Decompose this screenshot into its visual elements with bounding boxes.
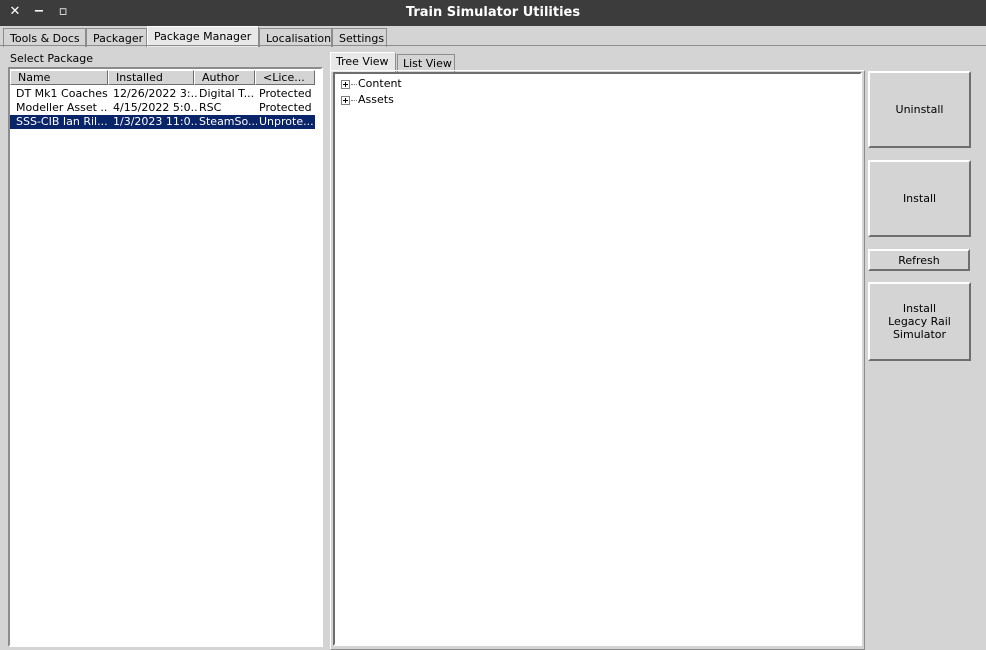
column-header-name[interactable]: Name (10, 70, 108, 85)
refresh-button[interactable]: Refresh (868, 249, 970, 271)
tree-view[interactable]: Content Assets (333, 72, 862, 646)
table-row[interactable]: Modeller Asset ... 4/15/2022 5:0... RSC … (10, 101, 315, 115)
package-list-header: Name Installed Author <Lice... (10, 69, 321, 85)
cell-author: Digital T... (199, 87, 255, 100)
column-header-installed[interactable]: Installed (108, 70, 194, 85)
plus-icon[interactable] (341, 96, 350, 105)
cell-license: Protected (259, 87, 312, 100)
cell-author: SteamSo... (199, 115, 257, 128)
table-row[interactable]: DT Mk1 Coaches 12/26/2022 3:... Digital … (10, 87, 315, 101)
cell-name: DT Mk1 Coaches (16, 87, 108, 100)
column-header-author[interactable]: Author (194, 70, 255, 85)
plus-icon[interactable] (341, 80, 350, 89)
cell-installed: 4/15/2022 5:0... (113, 101, 197, 114)
cell-license: Unprote... (259, 115, 314, 128)
tree-node-label: Assets (358, 93, 394, 106)
title-bar: ✕ − ▫ Train Simulator Utilities (0, 0, 986, 26)
cell-name: SSS-CIB Ian Ril... (16, 115, 108, 128)
cell-name: Modeller Asset ... (16, 101, 108, 114)
tab-divider (0, 45, 986, 46)
cell-installed: 1/3/2023 11:0... (113, 115, 197, 128)
tree-connector (351, 100, 357, 101)
column-header-license[interactable]: <Lice... (255, 70, 315, 85)
cell-author: RSC (199, 101, 222, 114)
select-package-label: Select Package (10, 52, 94, 65)
tab-tree-view[interactable]: Tree View (330, 52, 396, 72)
install-legacy-rail-simulator-button[interactable]: Install Legacy Rail Simulator (868, 282, 971, 361)
main-tab-bar: Tools & Docs Packager Package Manager Lo… (0, 26, 986, 47)
uninstall-button[interactable]: Uninstall (868, 71, 971, 148)
tree-connector (351, 84, 357, 85)
tab-package-manager[interactable]: Package Manager (147, 26, 259, 47)
install-button[interactable]: Install (868, 160, 971, 237)
cell-installed: 12/26/2022 3:... (113, 87, 197, 100)
window-title: Train Simulator Utilities (405, 5, 581, 20)
table-row-selected[interactable]: SSS-CIB Ian Ril... 1/3/2023 11:0... Stea… (10, 115, 315, 129)
package-list[interactable]: Name Installed Author <Lice... DT Mk1 Co… (8, 67, 323, 647)
cell-license: Protected (259, 101, 312, 114)
tree-node-label: Content (358, 77, 402, 90)
